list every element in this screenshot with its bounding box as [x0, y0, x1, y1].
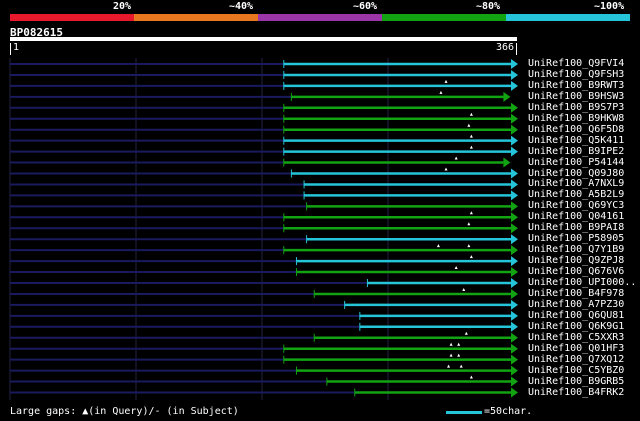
- scale-bar: [446, 411, 482, 414]
- hit-end-arrow-icon: [511, 321, 518, 332]
- hit-end-arrow-icon: [511, 387, 518, 398]
- query-gap-marker-icon: [447, 364, 451, 368]
- hit-end-arrow-icon: [511, 310, 518, 321]
- hit-end-arrow-icon: [511, 299, 518, 310]
- hit-label[interactable]: UniRef100_P54144: [528, 157, 624, 168]
- hit-end-arrow-icon: [503, 91, 511, 102]
- hit-end-arrow-icon: [511, 113, 518, 124]
- hit-label[interactable]: UniRef100_Q9ZPJ8: [528, 255, 624, 266]
- hit-label[interactable]: UniRef100_B9HSW3: [528, 91, 624, 102]
- hit-end-arrow-icon: [511, 376, 518, 387]
- query-gap-marker-icon: [444, 79, 448, 83]
- hit-end-arrow-icon: [511, 80, 518, 91]
- query-gap-marker-icon: [469, 145, 473, 149]
- hit-end-arrow-icon: [511, 124, 518, 135]
- query-gap-marker-icon: [449, 342, 453, 346]
- hit-label[interactable]: UniRef100_Q9FVI4: [528, 58, 624, 69]
- query-gap-marker-icon: [467, 123, 471, 127]
- hit-end-arrow-icon: [511, 69, 518, 80]
- hit-label[interactable]: UniRef100_Q5K411: [528, 135, 624, 146]
- hit-label[interactable]: UniRef100_A7NXL9: [528, 178, 624, 189]
- query-gap-marker-icon: [469, 375, 473, 379]
- query-gap-marker-icon: [454, 156, 458, 160]
- query-gap-marker-icon: [457, 342, 461, 346]
- hit-label[interactable]: UniRef100_A5B2L9: [528, 189, 624, 200]
- hit-end-arrow-icon: [511, 245, 518, 256]
- hit-label[interactable]: UniRef100_Q04161: [528, 211, 624, 222]
- hit-end-arrow-icon: [503, 157, 511, 168]
- hit-end-arrow-icon: [511, 234, 518, 245]
- hit-end-arrow-icon: [511, 223, 518, 234]
- hit-end-arrow-icon: [511, 135, 518, 146]
- query-gap-marker-icon: [469, 255, 473, 259]
- query-gap-marker-icon: [469, 134, 473, 138]
- hit-end-arrow-icon: [511, 102, 518, 113]
- hit-label[interactable]: UniRef100_B9S7P3: [528, 102, 624, 113]
- hit-end-arrow-icon: [511, 179, 518, 190]
- query-gap-marker-icon: [449, 353, 453, 357]
- query-gap-marker-icon: [459, 364, 463, 368]
- hit-end-arrow-icon: [511, 256, 518, 267]
- hit-label[interactable]: UniRef100_Q01HF3: [528, 343, 624, 354]
- hit-label[interactable]: UniRef100_Q7XQ12: [528, 354, 624, 365]
- hit-label[interactable]: UniRef100_B4FRK2: [528, 387, 624, 398]
- query-gap-marker-icon: [439, 90, 443, 94]
- hit-end-arrow-icon: [511, 190, 518, 201]
- query-gap-marker-icon: [469, 112, 473, 116]
- hit-label[interactable]: UniRef100_C5XXR3: [528, 332, 624, 343]
- hit-label[interactable]: UniRef100_Q6F5D8: [528, 124, 624, 135]
- hit-label[interactable]: UniRef100_Q676V6: [528, 266, 624, 277]
- query-gap-marker-icon: [467, 222, 471, 226]
- hit-label[interactable]: UniRef100_Q09J80: [528, 168, 624, 179]
- hit-label[interactable]: UniRef100_B9PAI8: [528, 222, 624, 233]
- hit-label[interactable]: UniRef100_A7PZ30: [528, 299, 624, 310]
- query-gap-marker-icon: [454, 266, 458, 270]
- hit-end-arrow-icon: [511, 354, 518, 365]
- hit-label[interactable]: UniRef100_Q7Y1B9: [528, 244, 624, 255]
- hit-label[interactable]: UniRef100_B9HKW8: [528, 113, 624, 124]
- hit-end-arrow-icon: [511, 343, 518, 354]
- hit-end-arrow-icon: [511, 168, 518, 179]
- hit-end-arrow-icon: [511, 212, 518, 223]
- query-gap-marker-icon: [467, 244, 471, 248]
- query-gap-marker-icon: [436, 244, 440, 248]
- hit-label[interactable]: UniRef100_B9GRB5: [528, 376, 624, 387]
- hit-label[interactable]: UniRef100_Q6QU81: [528, 310, 624, 321]
- hit-end-arrow-icon: [511, 146, 518, 157]
- query-gap-marker-icon: [444, 167, 448, 171]
- hit-end-arrow-icon: [511, 267, 518, 278]
- query-gap-marker-icon: [464, 331, 468, 335]
- query-gap-marker-icon: [457, 353, 461, 357]
- hit-end-arrow-icon: [511, 278, 518, 288]
- hit-end-arrow-icon: [511, 201, 518, 212]
- query-gap-marker-icon: [462, 287, 466, 291]
- gap-legend: Large gaps: ▲(in Query)/- (in Subject): [10, 406, 239, 417]
- hit-label[interactable]: UniRef100_B4F978: [528, 288, 624, 299]
- hit-end-arrow-icon: [511, 332, 518, 343]
- hit-label[interactable]: UniRef100_Q6K9G1: [528, 321, 624, 332]
- scale-label: =50char.: [484, 406, 533, 417]
- hit-label[interactable]: UniRef100_B9IPE2: [528, 146, 624, 157]
- hit-end-arrow-icon: [511, 288, 518, 299]
- hit-end-arrow-icon: [511, 365, 518, 376]
- hit-label[interactable]: UniRef100_P58905: [528, 233, 624, 244]
- hit-end-arrow-icon: [511, 59, 518, 69]
- hit-label[interactable]: UniRef100_Q9FSH3: [528, 69, 624, 80]
- hit-label[interactable]: UniRef100_UPI000..: [528, 277, 636, 288]
- hit-label[interactable]: UniRef100_B9RWT3: [528, 80, 624, 91]
- query-gap-marker-icon: [469, 211, 473, 215]
- hit-label[interactable]: UniRef100_Q69YC3: [528, 200, 624, 211]
- hit-label[interactable]: UniRef100_C5YBZ0: [528, 365, 624, 376]
